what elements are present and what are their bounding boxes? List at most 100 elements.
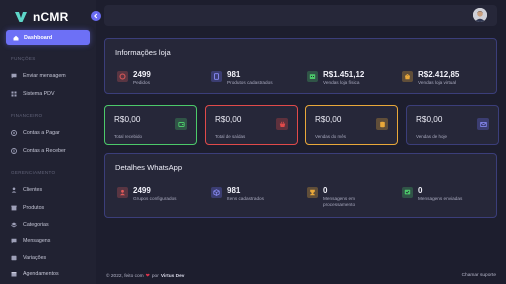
section-title-funcoes: FUNÇÕES [11,56,36,61]
card-label: Vendas de hoje [416,134,448,139]
sidebar-item-agendamentos[interactable]: Agendamentos [11,269,59,279]
sidebar-collapse-button[interactable] [91,11,101,21]
sidebar-item-label: Sistema PDV [23,91,55,97]
stat-label: Vendas loja física [323,80,360,85]
sidebar-item-enviar-mensagem[interactable]: Enviar mensagem [11,71,66,81]
grid-icon [11,91,17,97]
card-value: R$0,00 [416,115,443,124]
coin-out-icon [11,130,17,136]
card-vendas-mes: R$0,00 Vendas do mês [305,105,398,145]
card-value: R$0,00 [215,115,242,124]
stat-value: 2499 [133,70,151,79]
sidebar-item-label: Contas a Receber [23,148,66,154]
users-icon [117,187,128,198]
section-title-gerenciamento: GERENCIAMENTO [11,170,56,175]
sidebar-item-label: Contas a Pagar [23,130,60,136]
user-icon [11,187,17,193]
logo-icon [15,12,27,22]
footer-author-link[interactable]: Virtus Dev [161,274,185,279]
coins-icon [376,118,388,130]
card-total-saidas: R$0,00 Total de saídas [205,105,298,145]
stat-label: Pedidos [133,80,150,85]
sidebar-item-produtos[interactable]: Produtos [11,203,44,213]
heart-icon: ❤ [145,273,150,279]
app-name: nCMR [33,10,69,24]
store-icon [307,71,318,82]
shuffle-icon [11,255,17,261]
stat-produtos-cadastrados: 981 Produtos cadastrados [211,70,273,86]
box-icon [11,205,17,211]
stat-value: R$1.451,12 [323,70,365,79]
stat-value: 981 [227,186,241,195]
stat-label-line2: processamento [323,202,356,207]
layers-icon [11,222,17,228]
top-bar [104,5,497,26]
mail-icon [477,118,489,130]
stat-pedidos: 2499 Pedidos [117,70,151,86]
stat-itens-cadastrados: 981 Itens cadastrados [211,186,264,202]
calendar-icon [11,272,17,277]
sidebar-item-label: Agendamentos [23,271,59,277]
stat-label: Itens cadastrados [227,196,265,201]
stat-label: Grupos configurados [133,196,177,201]
card-value: R$0,00 [114,115,141,124]
sidebar-item-contas-receber[interactable]: Contas a Receber [11,146,66,156]
avatar-image [473,8,487,22]
support-link[interactable]: Chamar suporte [462,273,496,278]
sidebar-item-clientes[interactable]: Clientes [11,185,42,195]
stat-value: 2499 [133,186,151,195]
stat-value: R$2.412,85 [418,70,460,79]
sidebar-item-mensagens[interactable]: Mensagens [11,236,50,246]
stat-grupos-configurados: 2499 Grupos configurados [117,186,177,202]
stat-label: Vendas loja virtual [418,80,457,85]
stat-value: 0 [323,186,328,195]
bag-icon [402,71,413,82]
sidebar-item-label: Enviar mensagem [23,73,66,79]
sidebar-item-label: Dashboard [24,34,53,41]
footer-credits: © 2022, feito com ❤ por Virtus Dev [106,273,184,279]
sidebar-item-categorias[interactable]: Categorias [11,220,49,230]
stat-vendas-loja-fisica: R$1.451,12 Vendas loja física [307,70,364,86]
sidebar-item-label: Produtos [23,205,45,211]
hourglass-icon [307,187,318,198]
sidebar-item-label: Mensagens [23,238,51,244]
footer-copyright: © 2022, feito com [106,273,144,279]
app-logo[interactable]: nCMR [14,9,68,25]
panel-title: Informações loja [115,48,171,57]
sidebar-item-dashboard[interactable]: Dashboard [6,30,90,45]
panel-detalhes-whatsapp: Detalhes WhatsApp 2499 Grupos configurad… [104,153,497,218]
section-title-financeiro: FINANCEIRO [11,113,43,118]
stat-mensagens-enviadas: 0 Mensagens enviadas [402,186,462,202]
stat-value: 0 [418,186,423,195]
card-label: Total recebido [114,134,143,139]
card-label: Total de saídas [215,134,246,139]
sidebar-item-contas-pagar[interactable]: Contas a Pagar [11,128,60,138]
tag-icon [117,71,128,82]
sidebar-item-label: Clientes [23,187,43,193]
message-icon [11,73,17,79]
stat-label: Produtos cadastrados [227,80,273,85]
chat-icon [11,238,17,244]
user-avatar[interactable] [473,8,487,22]
card-total-recebido: R$0,00 Total recebido [104,105,197,145]
coin-in-icon [11,148,17,154]
footer-by: por [151,273,159,279]
tablet-icon [211,71,222,82]
sidebar-item-sistema-pdv[interactable]: Sistema PDV [11,89,55,99]
panel-title: Detalhes WhatsApp [115,163,183,172]
sidebar-item-variacoes[interactable]: Variações [11,253,46,263]
sidebar-item-label: Variações [23,255,47,261]
panel-informacoes-loja: Informações loja 2499 Pedidos 981 Produt… [104,38,497,94]
chevron-left-icon [94,13,98,19]
home-icon [13,35,19,40]
card-value: R$0,00 [315,115,342,124]
cube-icon [211,187,222,198]
card-label: Vendas do mês [315,134,347,139]
stat-value: 981 [227,70,241,79]
check-chat-icon [402,187,413,198]
stat-vendas-loja-virtual: R$2.412,85 Vendas loja virtual [402,70,459,86]
wallet-icon [175,118,187,130]
stat-label: Mensagens enviadas [418,196,463,201]
sidebar-item-label: Categorias [23,222,49,228]
card-vendas-hoje: R$0,00 Vendas de hoje [406,105,499,145]
